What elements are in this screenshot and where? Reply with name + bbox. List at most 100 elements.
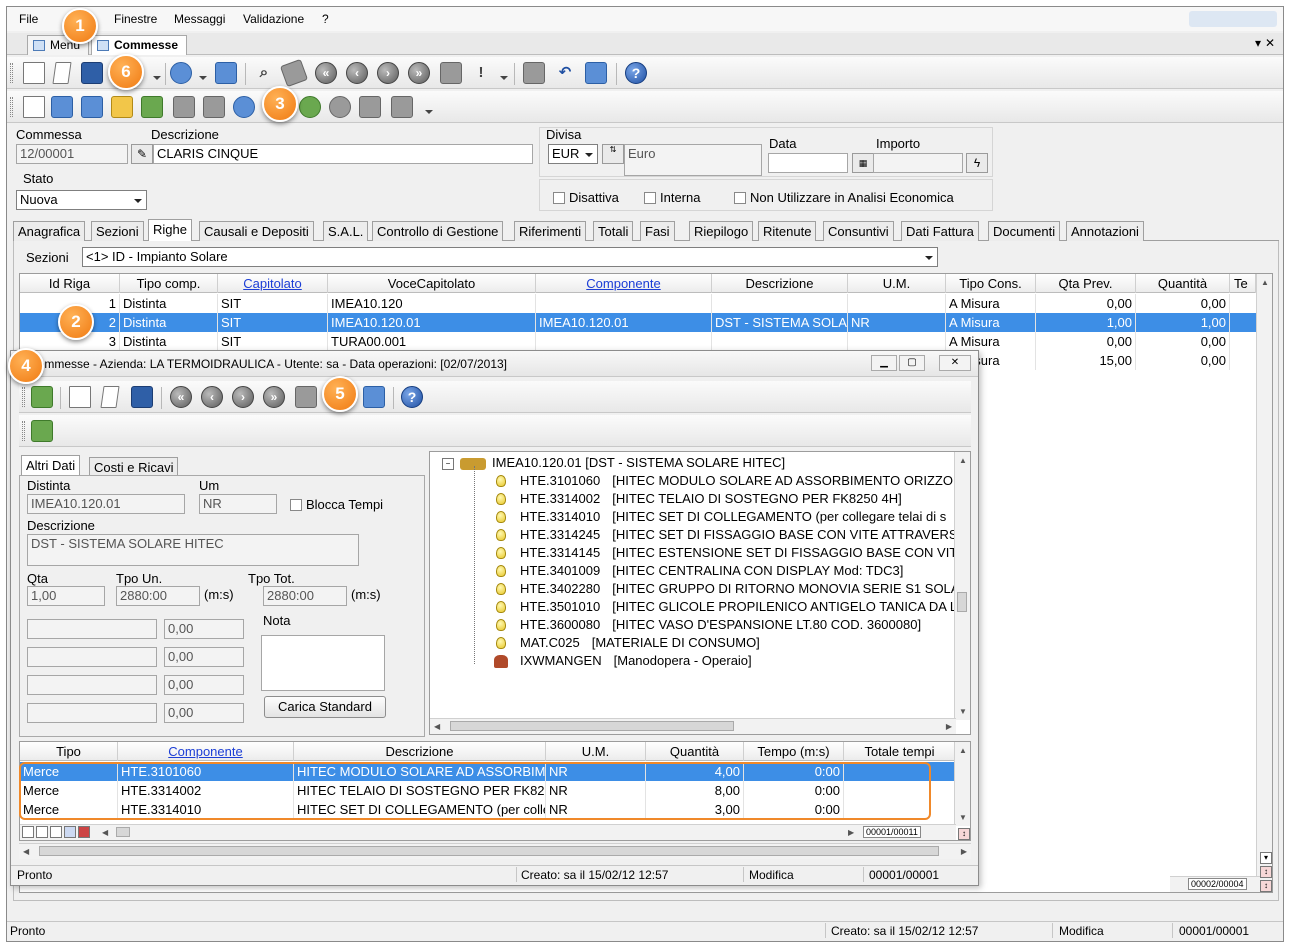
window-horizontal-scrollbar[interactable]: ◀ ▶: [19, 843, 971, 859]
tree-item[interactable]: HTE.3402280 [HITEC GRUPPO DI RITORNO MONO…: [520, 581, 959, 596]
tab-fasi[interactable]: Fasi: [640, 221, 675, 241]
table-row[interactable]: 3 Distinta SIT TURA00.001 A Misura 0,00 0,00: [20, 332, 1256, 351]
interna-checkbox[interactable]: Interna: [644, 190, 700, 205]
tab-documenti[interactable]: Documenti: [988, 221, 1061, 241]
tab-dropdown-icon[interactable]: ▾: [1255, 36, 1261, 50]
minimize-icon[interactable]: ▁: [871, 355, 897, 371]
nota-textarea[interactable]: [261, 635, 385, 691]
col-tipo-comp[interactable]: Tipo comp.: [120, 274, 218, 293]
last-record-icon[interactable]: »: [263, 386, 285, 408]
col-id-riga[interactable]: Id Riga: [20, 274, 120, 293]
sort-az-icon[interactable]: ⇅: [602, 144, 624, 164]
extra-code-field[interactable]: [27, 703, 157, 723]
tab-dati-fattura[interactable]: Dati Fattura: [901, 221, 979, 241]
tools-icon[interactable]: [585, 62, 607, 84]
carica-standard-button[interactable]: Carica Standard: [264, 696, 386, 718]
new-document-icon[interactable]: [23, 62, 45, 84]
help-icon[interactable]: ?: [401, 386, 423, 408]
previous-record-icon[interactable]: ‹: [346, 62, 368, 84]
tab-controllo-gestione[interactable]: Controllo di Gestione: [372, 221, 504, 241]
col-tempo[interactable]: Tempo (m:s): [744, 742, 844, 761]
col-tipo[interactable]: Tipo: [20, 742, 118, 761]
scroll-thumb[interactable]: [39, 846, 939, 856]
tree-item[interactable]: HTE.3314145 [HITEC ESTENSIONE SET DI FISS…: [520, 545, 957, 560]
distinta-field[interactable]: IMEA10.120.01: [27, 494, 185, 514]
tree-import-icon[interactable]: [141, 96, 163, 118]
list-row-icon[interactable]: [78, 826, 90, 838]
extra-value-field[interactable]: 0,00: [164, 619, 244, 639]
scroll-thumb[interactable]: [116, 827, 130, 837]
toolbar-grip[interactable]: [10, 63, 13, 83]
save-icon[interactable]: [81, 62, 103, 84]
tab-causali-depositi[interactable]: Causali e Depositi: [199, 221, 314, 241]
copy-icon[interactable]: [440, 62, 462, 84]
menu-validazione[interactable]: Validazione: [243, 12, 304, 26]
calendar-icon[interactable]: ▦: [852, 153, 874, 173]
first-record-icon[interactable]: «: [170, 386, 192, 408]
col-componente[interactable]: Componente: [536, 274, 712, 293]
tab-sal[interactable]: S.A.L.: [323, 221, 369, 241]
tab-riepilogo[interactable]: Riepilogo: [689, 221, 754, 241]
new-document-icon[interactable]: [69, 386, 91, 408]
edit-document-icon[interactable]: [51, 62, 73, 84]
table-row[interactable]: 2 Distinta SIT IMEA10.120.01 IMEA10.120.01 DS…: [20, 313, 1256, 332]
tab-altri-dati[interactable]: Altri Dati: [21, 455, 81, 477]
tab-ritenute[interactable]: Ritenute: [758, 221, 817, 241]
col-te[interactable]: Te: [1230, 274, 1256, 293]
tpo-tot-field[interactable]: 2880:00: [263, 586, 347, 606]
commessa-field[interactable]: 12/00001: [16, 144, 128, 164]
calculator-dropdown-icon[interactable]: [425, 110, 433, 114]
calculator-icon[interactable]: [391, 96, 413, 118]
blocca-tempi-checkbox[interactable]: Blocca Tempi: [290, 497, 383, 512]
delete-row-icon[interactable]: [36, 826, 48, 838]
menu-messaggi[interactable]: Messaggi: [174, 12, 225, 26]
menu-help[interactable]: ?: [322, 12, 329, 26]
table-row[interactable]: 1 Distinta SIT IMEA10.120 A Misura 0,00 0,00: [20, 294, 1256, 313]
child-title-bar[interactable]: Commesse - Azienda: LA TERMOIDRAULICA - …: [11, 351, 978, 377]
grid-nav-icon[interactable]: ▾: [1260, 852, 1272, 864]
col-quantita[interactable]: Quantità: [646, 742, 744, 761]
tab-righe[interactable]: Righe: [148, 219, 192, 241]
close-icon[interactable]: ✕: [939, 355, 971, 371]
col-descrizione[interactable]: Descrizione: [712, 274, 848, 293]
building-icon[interactable]: [173, 96, 195, 118]
tab-riferimenti[interactable]: Riferimenti: [514, 221, 587, 241]
tree-item[interactable]: HTE.3101060 [HITEC MODULO SOLARE AD ASSOR…: [520, 473, 962, 488]
toolbar-grip[interactable]: [22, 421, 25, 441]
grid-vertical-scrollbar[interactable]: ▲ ▼: [1256, 274, 1272, 877]
tree-vertical-scrollbar[interactable]: ▲ ▼: [954, 452, 970, 720]
extra-value-field[interactable]: 0,00: [164, 703, 244, 723]
print-dropdown-icon[interactable]: [153, 76, 161, 80]
componenti-vertical-scrollbar[interactable]: ▲ ▼: [954, 742, 970, 826]
tools-gray-icon[interactable]: [359, 96, 381, 118]
sezioni-select[interactable]: <1> ID - Impianto Solare: [82, 247, 938, 267]
extra-value-field[interactable]: 0,00: [164, 647, 244, 667]
col-qta-prev[interactable]: Qta Prev.: [1036, 274, 1136, 293]
tree-item[interactable]: HTE.3314002 [HITEC TELAIO DI SOSTEGNO PER…: [520, 491, 902, 506]
tree-item[interactable]: HTE.3314245 [HITEC SET DI FISSAGGIO BASE …: [520, 527, 968, 542]
non-utilizzare-checkbox[interactable]: Non Utilizzare in Analisi Economica: [734, 190, 954, 205]
excel-icon[interactable]: [31, 420, 53, 442]
disattiva-checkbox[interactable]: Disattiva: [553, 190, 619, 205]
scroll-thumb[interactable]: [957, 592, 967, 612]
menu-finestre[interactable]: Finestre: [114, 12, 157, 26]
qta-field[interactable]: 1,00: [27, 586, 105, 606]
tree-root[interactable]: IMEA10.120.01 [DST - SISTEMA SOLARE HITE…: [492, 455, 785, 470]
next-record-icon[interactable]: ›: [232, 386, 254, 408]
document-arrow-icon[interactable]: [23, 96, 45, 118]
divisa-select[interactable]: EUR: [548, 144, 598, 164]
settings-window-icon[interactable]: [215, 62, 237, 84]
col-componente[interactable]: Componente: [118, 742, 294, 761]
collapse-icon[interactable]: −: [442, 458, 454, 470]
extra-code-field[interactable]: [27, 619, 157, 639]
lightning-icon[interactable]: ϟ: [966, 153, 988, 173]
cancel-icon[interactable]: [523, 62, 545, 84]
new-row-icon[interactable]: [22, 826, 34, 838]
doc-tab-commesse[interactable]: Commesse: [91, 35, 188, 55]
col-totale-tempi[interactable]: Totale tempi: [844, 742, 956, 761]
maximize-icon[interactable]: ▢: [899, 355, 925, 371]
col-descrizione[interactable]: Descrizione: [294, 742, 546, 761]
stato-select[interactable]: Nuova: [16, 190, 147, 210]
child-descrizione-field[interactable]: DST - SISTEMA SOLARE HITEC: [27, 534, 359, 566]
tree-item[interactable]: HTE.3600080 [HITEC VASO D'ESPANSIONE LT.8…: [520, 617, 921, 632]
